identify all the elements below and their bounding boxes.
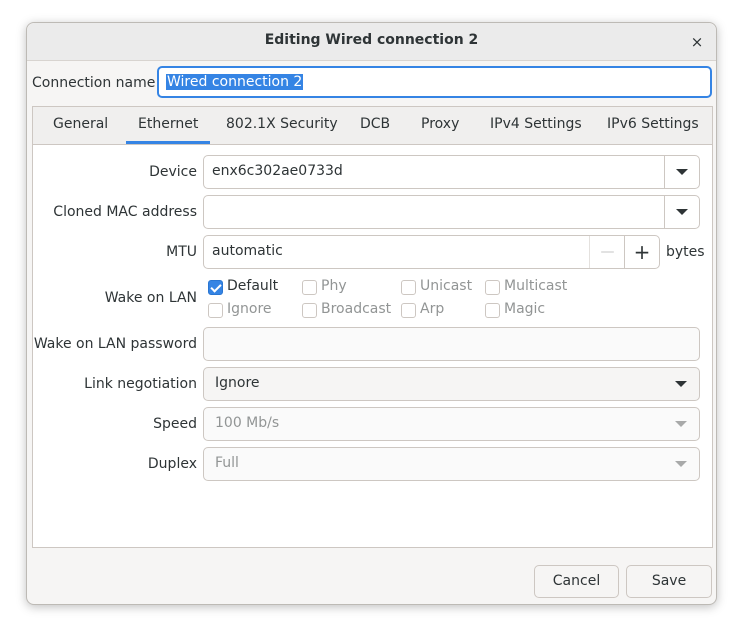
chevron-down-icon — [676, 209, 688, 215]
chevron-down-icon — [675, 421, 687, 427]
wol-magic-label: Magic — [504, 301, 546, 317]
checkbox-icon — [485, 280, 500, 295]
speed-dropdown[interactable]: 100 Mb/s — [203, 407, 700, 441]
duplex-value: Full — [215, 455, 239, 471]
wol-broadcast-label: Broadcast — [321, 301, 392, 317]
wol-default-label: Default — [227, 278, 279, 294]
wol-unicast-label: Unicast — [420, 278, 473, 294]
connection-name-value: Wired connection 2 — [166, 74, 304, 90]
cloned-mac-dropdown-button[interactable] — [664, 196, 699, 228]
duplex-dropdown[interactable]: Full — [203, 447, 700, 481]
link-negotiation-label: Link negotiation — [84, 376, 197, 392]
settings-notebook: General Ethernet 802.1X Security DCB Pro… — [32, 106, 713, 548]
checkbox-icon — [401, 280, 416, 295]
device-combo[interactable]: enx6c302ae0733d — [203, 155, 700, 189]
tab-dcb[interactable]: DCB — [360, 116, 390, 132]
connection-name-label: Connection name — [32, 75, 156, 91]
mtu-spinbutton[interactable]: automatic — + — [203, 235, 660, 269]
checkbox-checked-icon — [208, 280, 223, 295]
connection-name-input[interactable]: Wired connection 2 — [157, 66, 712, 98]
tab-bar: General Ethernet 802.1X Security DCB Pro… — [33, 107, 712, 145]
chevron-down-icon — [676, 169, 688, 175]
device-value: enx6c302ae0733d — [212, 163, 343, 179]
checkbox-icon — [401, 303, 416, 318]
speed-label: Speed — [153, 416, 197, 432]
duplex-label: Duplex — [147, 456, 197, 472]
edit-connection-dialog: Editing Wired connection 2 × Connection … — [26, 22, 717, 605]
title-bar: Editing Wired connection 2 × — [27, 23, 716, 61]
tab-ipv4-settings[interactable]: IPv4 Settings — [490, 116, 582, 132]
tab-ipv6-settings[interactable]: IPv6 Settings — [607, 116, 699, 132]
close-button[interactable]: × — [686, 31, 708, 53]
wol-multicast-label: Multicast — [504, 278, 568, 294]
cloned-mac-combo[interactable] — [203, 195, 700, 229]
checkbox-icon — [485, 303, 500, 318]
tab-ethernet[interactable]: Ethernet — [125, 116, 211, 144]
wol-password-label: Wake on LAN password — [33, 336, 197, 352]
save-button[interactable]: Save — [626, 565, 712, 598]
link-negotiation-value: Ignore — [215, 375, 260, 391]
tab-8021x-security[interactable]: 802.1X Security — [226, 116, 338, 132]
tab-proxy[interactable]: Proxy — [421, 116, 459, 132]
checkbox-icon — [302, 280, 317, 295]
wol-ignore-label: Ignore — [227, 301, 272, 317]
wol-arp-label: Arp — [420, 301, 445, 317]
device-label: Device — [149, 164, 197, 180]
mtu-unit: bytes — [666, 244, 705, 260]
chevron-down-icon — [675, 461, 687, 467]
mtu-increment-button[interactable]: + — [624, 236, 659, 268]
cancel-button[interactable]: Cancel — [534, 565, 619, 598]
mtu-decrement-button[interactable]: — — [589, 236, 625, 268]
tab-general[interactable]: General — [53, 116, 108, 132]
chevron-down-icon — [675, 381, 687, 387]
mtu-value: automatic — [212, 243, 283, 259]
wol-phy-label: Phy — [321, 278, 347, 294]
checkbox-icon — [302, 303, 317, 318]
checkbox-icon — [208, 303, 223, 318]
speed-value: 100 Mb/s — [215, 415, 280, 431]
mtu-label: MTU — [166, 244, 197, 260]
wake-on-lan-label: Wake on LAN — [104, 290, 197, 306]
cloned-mac-label: Cloned MAC address — [53, 204, 197, 220]
device-dropdown-button[interactable] — [664, 156, 699, 188]
link-negotiation-dropdown[interactable]: Ignore — [203, 367, 700, 401]
dialog-title: Editing Wired connection 2 — [264, 32, 479, 48]
wol-password-input[interactable] — [203, 327, 700, 361]
